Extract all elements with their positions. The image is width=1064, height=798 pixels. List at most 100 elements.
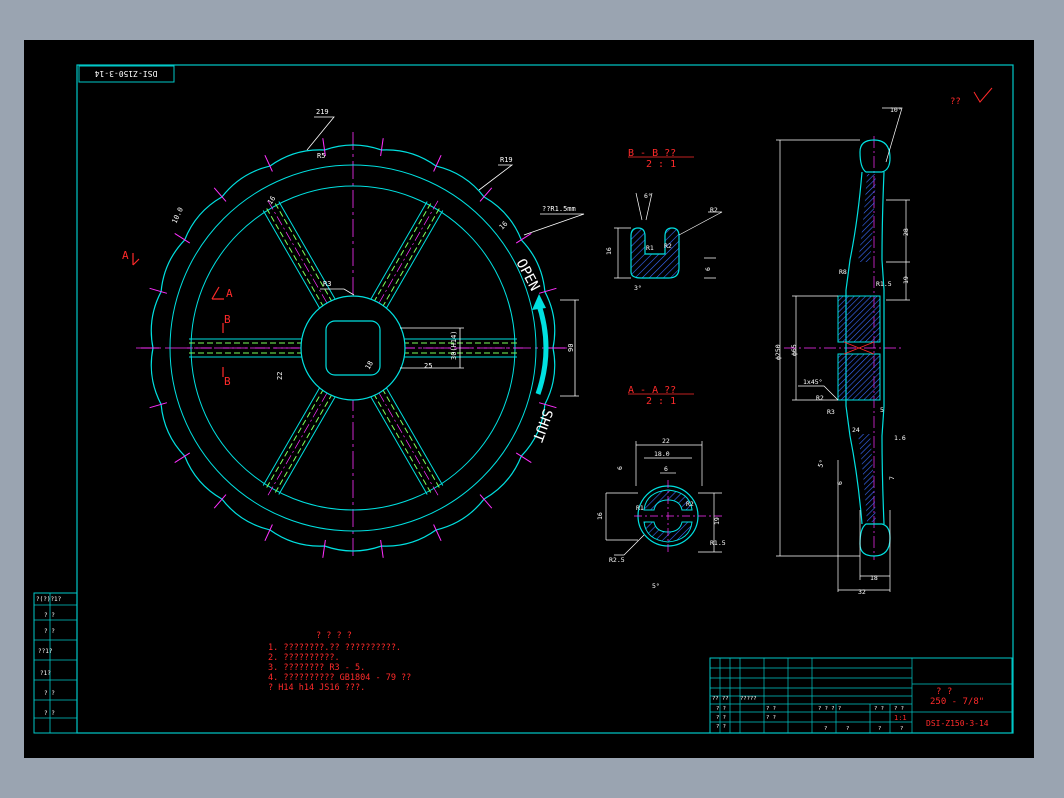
title-code: DSI-Z150-3-14 (926, 719, 989, 728)
dim-label: ф65 (790, 344, 798, 356)
title-block-cell: ? ? (716, 715, 726, 721)
dim-label: 18.0 (654, 450, 670, 458)
handwheel-front-view: OPEN SHUT A A B B 219 R5 R19 ??R1.5mm 10… (122, 108, 585, 560)
title-scale: 1:1 (894, 714, 907, 722)
notes-header: ? ? ? ? (316, 631, 352, 641)
dim-label: R2 (710, 206, 718, 214)
label-open: OPEN (512, 256, 542, 293)
dim-label: 90 (567, 344, 575, 352)
dim-label: R2 (686, 500, 694, 508)
left-strip-label: ? ? (44, 710, 55, 717)
dim-label: R1.5 (710, 539, 726, 547)
dim-label: 1.6 (894, 434, 906, 442)
title-block-cell: ? (824, 726, 827, 732)
title-block-cell: ? (846, 726, 849, 732)
section-a-a: A - A ?? 2 : 1 22 18.0 6 6 16 19 R2.5 R1… (596, 385, 726, 590)
dim-label: 16 (498, 220, 510, 232)
rim-tick (149, 287, 168, 294)
dim-label: R19 (500, 156, 513, 164)
section-b-label: B (224, 313, 231, 326)
dim-label: 24 (852, 426, 860, 434)
dim-label: 22 (276, 372, 284, 380)
dim-label: ??R1.5mm (542, 205, 576, 213)
arrow-up-icon (532, 294, 546, 310)
title-block-cell: ? (900, 726, 903, 732)
section-b-b: B - B ?? 2 : 1 6° R2 16 R1 R2 6 3° (605, 148, 723, 292)
rim-tick (433, 524, 442, 542)
title-name: ? ? (936, 687, 952, 697)
rim-tick (264, 154, 273, 172)
dim-label: R1 (646, 244, 654, 252)
rim-tick (322, 539, 326, 558)
section-scale: 2 : 1 (646, 396, 676, 407)
left-strip (33, 592, 78, 734)
dim-label: R3 (827, 408, 835, 416)
rim-tick (538, 287, 557, 294)
left-strip-label: ? ? (44, 612, 55, 619)
title-block-cell: ? ? (716, 706, 726, 712)
dim-label: 5° (816, 459, 826, 469)
title-block-cell: ? ? (766, 715, 776, 721)
note-line: 4. ?????????? GB1804 - 79 ?? (268, 673, 411, 683)
dim-label: R2 (664, 242, 672, 250)
section-a-label: A (122, 249, 129, 262)
left-strip-label: ??1? (38, 648, 53, 655)
dim-label: 6 (616, 466, 624, 470)
title-block-cell: ? ? ? ? (818, 706, 841, 712)
label-shut: SHUT (529, 407, 556, 445)
title-block-cell: ? (878, 726, 881, 732)
dim-label: 6 (704, 267, 712, 271)
technical-notes: ? ? ? ? 1. ????????.?? ??????????. 2. ??… (268, 631, 411, 693)
drawing-code-rotated: DSI-Z150-3-14 (95, 69, 158, 78)
dim-label: 32 (858, 588, 866, 596)
spoke (369, 200, 444, 310)
spoke (262, 200, 337, 310)
rim-tick (149, 402, 168, 409)
dim-label: 10° (890, 106, 902, 114)
section-scale: 2 : 1 (646, 159, 676, 170)
dim-label: 10.0 (171, 206, 185, 225)
dim-label: ф250 (774, 344, 782, 360)
cad-drawing: ?(?)?1? ? ? ? ? ??1? ?1? ? ? ? ? DSI-Z15… (33, 64, 1014, 734)
hub-outline (300, 295, 406, 401)
section-b-label: B (224, 375, 231, 388)
b-b-profile (630, 227, 680, 279)
dim-label: 6 (664, 465, 668, 473)
rim-tick (264, 524, 273, 542)
dim-label: 30(H14) (450, 330, 458, 360)
dim-label: R2.5 (609, 556, 625, 564)
left-strip-label: ? ? (44, 628, 55, 635)
section-a-label: A (226, 287, 233, 300)
dim-label: 3° (634, 284, 642, 292)
dim-label: R5 (317, 152, 325, 160)
rim-tick (380, 539, 384, 558)
title-block-cell: ? ? (894, 706, 904, 712)
roughness-note: ?? (950, 97, 961, 107)
dim-label: R3 (323, 280, 331, 288)
dim-label: 18 (870, 574, 878, 582)
rim-tick (433, 154, 442, 172)
note-line: 2. ??????????. (268, 653, 340, 663)
dim-label: 5° (652, 582, 660, 590)
dim-label: 16 (596, 512, 604, 520)
dim-label: 7 (888, 476, 896, 480)
cad-drawing-sheet: ?(?)?1? ? ? ? ? ??1? ?1? ? ? ? ? DSI-Z15… (24, 40, 1034, 758)
dim-label: 16 (605, 247, 613, 255)
dim-label: 6 (836, 481, 844, 485)
dim-label: 5 (880, 406, 884, 414)
note-line: ? H14 h14 JS16 ???. (268, 683, 365, 693)
dim-label: 22 (662, 437, 670, 445)
spoke (369, 386, 444, 496)
note-line: 3. ???????? R3 - 5. (268, 663, 365, 673)
dim-label: R1 (636, 504, 644, 512)
dim-label: 219 (316, 108, 329, 116)
title-block-cell: ? ? (716, 724, 726, 730)
title-block-cell: ? ? (766, 706, 776, 712)
roughness-icon (973, 87, 993, 103)
title-block-cell: ?? ?? (712, 696, 729, 702)
spoke (262, 386, 337, 496)
dim-label: R8 (839, 268, 847, 276)
title-block-cell: ????? (740, 696, 757, 702)
note-line: 1. ????????.?? ??????????. (268, 643, 401, 653)
left-strip-label: ?(?)?1? (36, 596, 62, 603)
